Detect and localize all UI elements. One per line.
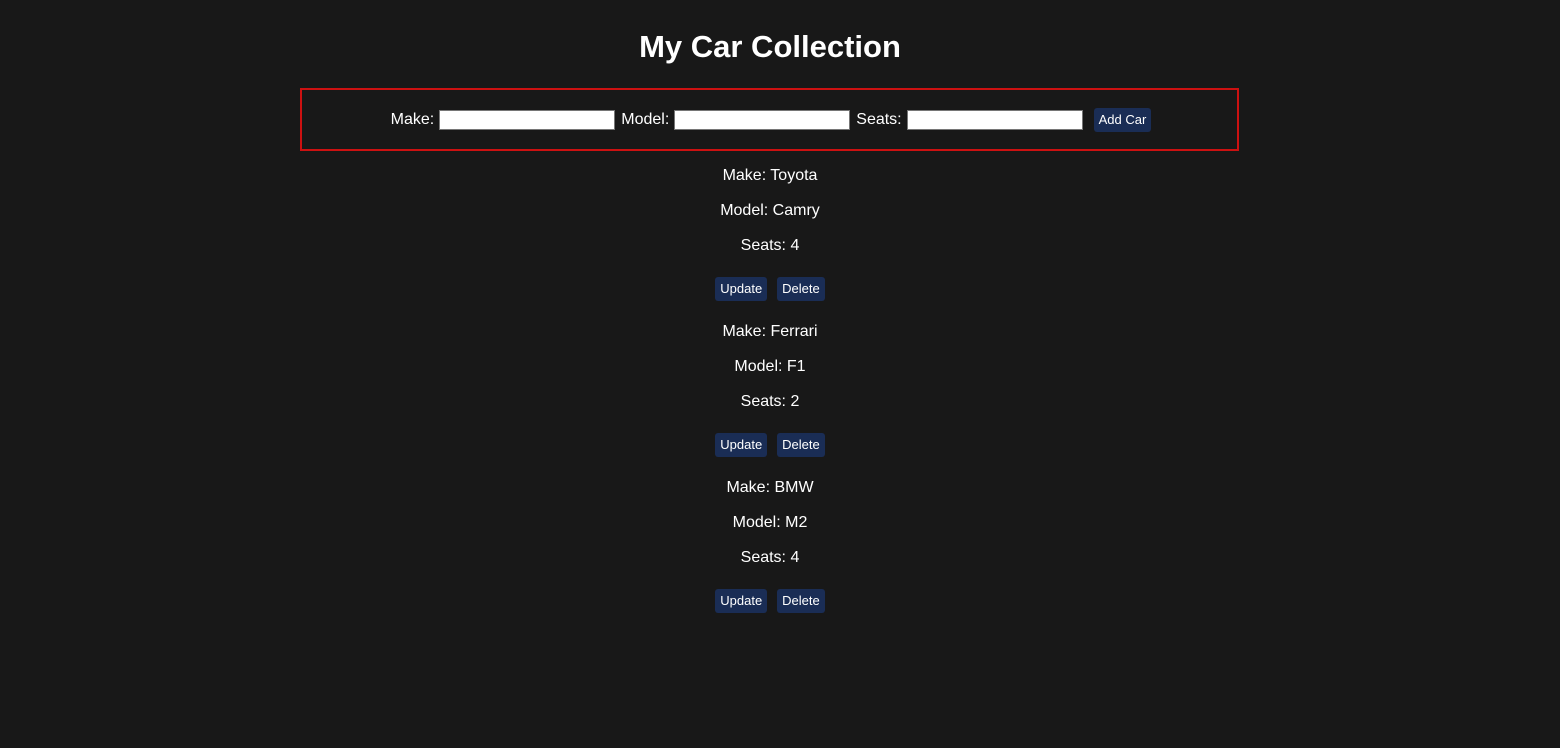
- delete-button[interactable]: Delete: [777, 589, 825, 613]
- car-model: Model: Camry: [720, 202, 820, 219]
- model-input[interactable]: [674, 109, 851, 130]
- car-model: Model: M2: [732, 514, 808, 531]
- delete-button[interactable]: Delete: [777, 433, 825, 457]
- add-car-button[interactable]: Add Car: [1093, 107, 1152, 132]
- car-list: Make: Toyota Model: Camry Seats: 4 Updat…: [0, 161, 1540, 629]
- page: My Car Collection Make: Model: Seats: Ad…: [0, 0, 1560, 748]
- car-seats: Seats: 4: [740, 237, 800, 254]
- car-make: Make: Ferrari: [722, 323, 818, 340]
- car-make: Make: Toyota: [722, 167, 818, 184]
- model-label: Model:: [621, 110, 670, 128]
- seats-label: Seats:: [856, 110, 902, 128]
- update-button[interactable]: Update: [715, 589, 768, 613]
- car-seats: Seats: 2: [740, 393, 800, 410]
- make-input[interactable]: [439, 109, 616, 130]
- delete-button[interactable]: Delete: [777, 277, 825, 301]
- car-item-ferrari: Make: Ferrari Model: F1 Seats: 2 Update …: [0, 317, 1540, 473]
- car-seats: Seats: 4: [740, 549, 800, 566]
- update-button[interactable]: Update: [715, 277, 768, 301]
- page-title: My Car Collection: [639, 29, 901, 64]
- car-actions: Update Delete: [0, 433, 1540, 457]
- add-car-form-row: Make: Model: Seats: Add Car: [390, 107, 1152, 132]
- seats-input[interactable]: [906, 109, 1083, 130]
- car-make: Make: BMW: [726, 479, 814, 496]
- car-item-bmw: Make: BMW Model: M2 Seats: 4 Update Dele…: [0, 473, 1540, 629]
- add-car-form: Make: Model: Seats: Add Car: [300, 88, 1239, 151]
- update-button[interactable]: Update: [715, 433, 768, 457]
- car-item-toyota: Make: Toyota Model: Camry Seats: 4 Updat…: [0, 161, 1540, 317]
- car-model: Model: F1: [734, 358, 806, 375]
- car-actions: Update Delete: [0, 277, 1540, 301]
- car-actions: Update Delete: [0, 589, 1540, 613]
- make-label: Make:: [390, 110, 435, 128]
